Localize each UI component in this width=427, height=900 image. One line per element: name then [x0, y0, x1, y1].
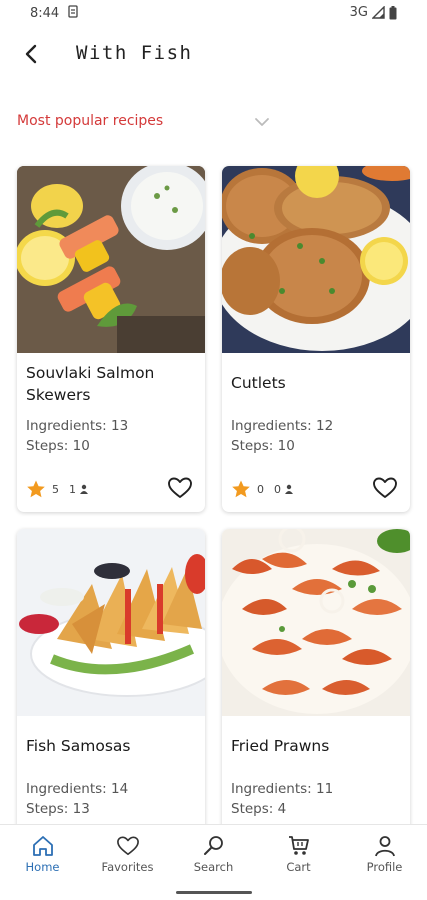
- recipe-ingredients: Ingredients: 12: [231, 418, 334, 434]
- bottom-nav: Home Favorites Search Cart Profile: [0, 824, 427, 900]
- nav-label-search: Search: [193, 860, 234, 874]
- nav-search[interactable]: Search: [171, 835, 256, 874]
- status-bar: 8:44 3G: [0, 0, 427, 28]
- nav-label-home: Home: [25, 860, 60, 874]
- recipe-ingredients: Ingredients: 14: [26, 781, 129, 797]
- person-icon: [374, 836, 395, 857]
- recipe-photo: [17, 166, 205, 353]
- heart-icon[interactable]: [372, 475, 398, 501]
- page-title: With Fish: [76, 42, 193, 64]
- nav-home[interactable]: Home: [0, 835, 85, 874]
- back-button[interactable]: [18, 40, 46, 68]
- rating-count: 1: [69, 482, 76, 496]
- recipe-photo: [222, 166, 410, 353]
- heart-icon: [116, 836, 139, 856]
- cart-icon: [288, 836, 309, 855]
- rating-value: 5: [52, 482, 59, 496]
- recipe-steps: Steps: 13: [26, 801, 90, 817]
- nav-label-cart: Cart: [286, 860, 311, 874]
- person-icon: [285, 484, 293, 494]
- rating-count: 0: [274, 482, 281, 496]
- recipe-name: Cutlets: [231, 374, 286, 392]
- recipe-ingredients: Ingredients: 11: [231, 781, 334, 797]
- search-icon: [203, 836, 223, 855]
- nav-cart[interactable]: Cart: [256, 835, 341, 874]
- arrow-back-icon: [25, 44, 37, 64]
- recipe-rating: 5 1: [26, 478, 89, 500]
- signal-icon: [372, 6, 385, 19]
- recipe-steps: Steps: 10: [26, 438, 90, 454]
- app-bar: With Fish: [0, 36, 427, 76]
- nav-favorites[interactable]: Favorites: [85, 835, 170, 874]
- recipe-card[interactable]: Cutlets Ingredients: 12 Steps: 10 0 0: [222, 166, 410, 512]
- home-icon: [32, 836, 53, 856]
- recipe-photo: [17, 529, 205, 716]
- network-type: 3G: [349, 5, 368, 20]
- star-icon: [232, 480, 250, 498]
- star-icon: [27, 480, 45, 498]
- nav-label-profile: Profile: [366, 860, 403, 874]
- person-icon: [80, 484, 88, 494]
- gesture-bar[interactable]: [176, 891, 252, 894]
- recipe-name: Souvlaki Salmon Skewers: [26, 364, 155, 404]
- rating-value: 0: [257, 482, 264, 496]
- nav-profile[interactable]: Profile: [342, 835, 427, 874]
- sim-card-icon: [68, 5, 78, 18]
- heart-icon[interactable]: [167, 475, 193, 501]
- recipe-photo: [222, 529, 410, 716]
- recipe-rating: 0 0: [231, 478, 294, 500]
- chevron-down-icon: [255, 118, 269, 126]
- recipe-steps: Steps: 10: [231, 438, 295, 454]
- recipe-steps: Steps: 4: [231, 801, 287, 817]
- recipe-ingredients: Ingredients: 13: [26, 418, 129, 434]
- recipe-card[interactable]: Souvlaki Salmon Skewers Ingredients: 13 …: [17, 166, 205, 512]
- recipe-name: Fish Samosas: [26, 737, 131, 755]
- sort-dropdown[interactable]: Most popular recipes: [17, 110, 277, 134]
- battery-icon: [389, 5, 397, 19]
- nav-label-favorites: Favorites: [101, 860, 154, 874]
- sort-label: Most popular recipes: [17, 113, 164, 129]
- recipe-name: Fried Prawns: [231, 737, 330, 755]
- status-time: 8:44: [30, 6, 60, 21]
